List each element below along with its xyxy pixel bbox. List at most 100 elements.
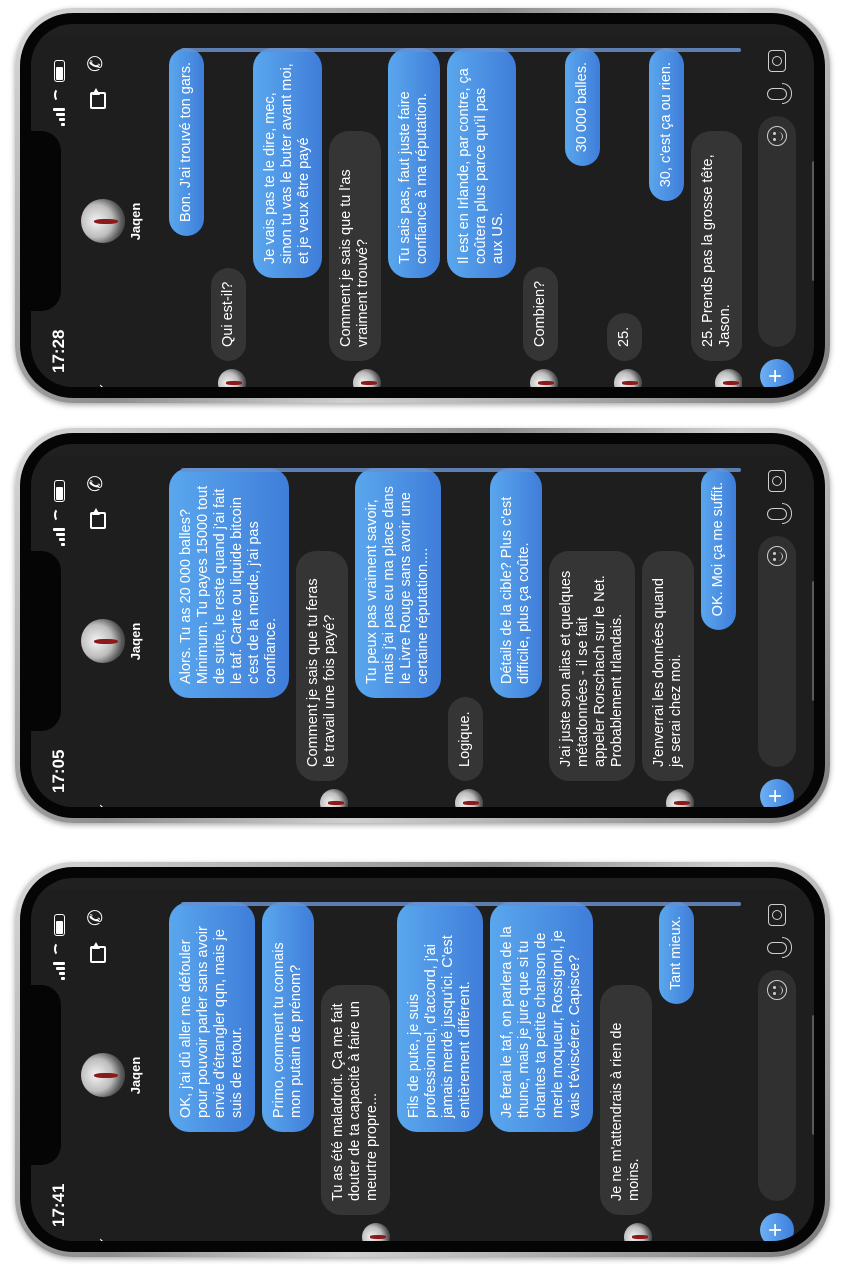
- message-composer: +: [742, 456, 814, 807]
- smile-icon[interactable]: [767, 546, 787, 566]
- phone-call-icon[interactable]: ✆: [85, 50, 107, 72]
- outgoing-message[interactable]: 30 000 balles.: [565, 48, 600, 387]
- message-bubble: J'enverrai les données quand je serai ch…: [642, 551, 694, 781]
- message-bubble: Tu as été maladroit. Ça me fait douter d…: [321, 985, 390, 1215]
- phone-frame-2: 17:05 ↓ Jaqen ✆ Alors. Tu as 20 000 ball…: [15, 428, 830, 823]
- message-bubble: Tu peux pas vraiment savoir, mais j'ai p…: [355, 468, 441, 698]
- sender-avatar: [218, 369, 246, 387]
- contact-info[interactable]: Jaqen: [79, 1053, 143, 1098]
- message-bubble: Alors. Tu as 20 000 balles? Minimum. Tu …: [169, 468, 289, 698]
- incoming-message[interactable]: J'ai juste son alias et quelques métadon…: [549, 468, 635, 807]
- home-indicator: [812, 1015, 814, 1136]
- plus-icon[interactable]: +: [760, 779, 794, 807]
- phone-call-icon[interactable]: ✆: [85, 904, 107, 926]
- outgoing-message[interactable]: OK, j'ai dû aller me défouler pour pouvo…: [169, 902, 255, 1241]
- outgoing-message[interactable]: Tu sais pas, faut juste faire confiance …: [388, 48, 440, 387]
- sender-avatar: [320, 789, 348, 807]
- battery-icon: [53, 60, 65, 82]
- scroll-indicator[interactable]: [181, 902, 741, 906]
- message-bubble: Logique.: [448, 697, 483, 781]
- incoming-message[interactable]: Combien?: [523, 48, 558, 387]
- incoming-message[interactable]: 25.: [607, 48, 642, 387]
- outgoing-message[interactable]: Tant mieux.: [659, 902, 694, 1241]
- call-actions: ✆: [79, 904, 107, 974]
- outgoing-message[interactable]: Alors. Tu as 20 000 balles? Minimum. Tu …: [169, 468, 289, 807]
- sender-avatar: [666, 789, 694, 807]
- smile-icon[interactable]: [767, 126, 787, 146]
- message-list: Bon. J'ai trouvé ton gars. Qui est-il? Je …: [169, 36, 742, 387]
- wifi-icon: [54, 88, 64, 102]
- outgoing-message[interactable]: Détails de la cible? Plus c'est difficil…: [490, 468, 542, 807]
- message-input[interactable]: [758, 116, 796, 347]
- back-arrow-icon[interactable]: ↓: [79, 743, 109, 807]
- outgoing-message[interactable]: Je vais pas te le dire, mec, sinon tu va…: [253, 48, 322, 387]
- scroll-indicator[interactable]: [181, 48, 741, 52]
- system-icons: [53, 914, 65, 980]
- microphone-icon[interactable]: [767, 88, 787, 100]
- status-time: 17:41: [49, 1183, 68, 1227]
- video-call-icon[interactable]: [85, 88, 107, 110]
- phone-call-icon[interactable]: ✆: [85, 470, 107, 492]
- outgoing-message[interactable]: OK. Moi ça me suffit.: [701, 468, 736, 807]
- message-bubble: Comment je sais que tu l'as vraiment tro…: [329, 131, 381, 361]
- contact-name: Jaqen: [128, 1056, 143, 1095]
- video-call-icon[interactable]: [85, 942, 107, 964]
- incoming-message[interactable]: Comment je sais que tu feras le travail …: [296, 468, 348, 807]
- plus-icon[interactable]: +: [760, 359, 794, 387]
- battery-icon: [53, 480, 65, 502]
- outgoing-message[interactable]: Tu peux pas vraiment savoir, mais j'ai p…: [355, 468, 441, 807]
- outgoing-message[interactable]: Je ferai le taf, on parlera de la thune,…: [490, 902, 593, 1241]
- message-bubble: Combien?: [523, 266, 558, 361]
- microphone-icon[interactable]: [767, 942, 787, 954]
- message-bubble: Je vais pas te le dire, mec, sinon tu va…: [253, 48, 322, 278]
- message-bubble: 30 000 balles.: [565, 48, 600, 167]
- incoming-message[interactable]: Qui est-il?: [211, 48, 246, 387]
- message-list: Alors. Tu as 20 000 balles? Minimum. Tu …: [169, 456, 742, 807]
- camera-icon[interactable]: [768, 904, 786, 926]
- outgoing-message[interactable]: Bon. J'ai trouvé ton gars.: [169, 48, 204, 387]
- message-composer: +: [742, 36, 814, 387]
- system-icons: [53, 60, 65, 126]
- back-arrow-icon[interactable]: ↓: [79, 1177, 109, 1241]
- chat-header: ↓ Jaqen ✆: [75, 456, 167, 807]
- screen-clip: 17:05 ↓ Jaqen ✆ Alors. Tu as 20 000 ball…: [31, 444, 814, 807]
- outgoing-message[interactable]: Fils de pute, je suis professionnel, d'a…: [397, 902, 483, 1241]
- sender-avatar: [614, 369, 642, 387]
- contact-info[interactable]: Jaqen: [79, 199, 143, 244]
- message-bubble: OK. Moi ça me suffit.: [701, 468, 736, 631]
- signal-icon: [53, 962, 65, 980]
- plus-icon[interactable]: +: [760, 1213, 794, 1241]
- incoming-message[interactable]: Je ne m'attendrais à rien de moins.: [600, 902, 652, 1241]
- video-call-icon[interactable]: [85, 508, 107, 530]
- outgoing-message[interactable]: Primo, comment tu connais mon putain de …: [262, 902, 314, 1241]
- call-actions: ✆: [79, 470, 107, 540]
- smile-icon[interactable]: [767, 980, 787, 1000]
- camera-icon[interactable]: [768, 50, 786, 72]
- back-arrow-icon[interactable]: ↓: [79, 323, 109, 387]
- phone-bezel: 17:41 ↓ Jaqen ✆ OK, j'ai dû aller me déf…: [20, 867, 825, 1252]
- message-bubble: Qui est-il?: [211, 267, 246, 361]
- outgoing-message[interactable]: 30, c'est ça ou rien.: [649, 48, 684, 387]
- sender-avatar: [715, 369, 742, 387]
- wifi-icon: [54, 508, 64, 522]
- microphone-icon[interactable]: [767, 508, 787, 520]
- incoming-message[interactable]: 25. Prends pas la grosse tête, Jason.: [691, 48, 742, 387]
- contact-info[interactable]: Jaqen: [79, 619, 143, 664]
- home-indicator: [812, 161, 814, 282]
- scroll-indicator[interactable]: [181, 468, 741, 472]
- camera-icon[interactable]: [768, 470, 786, 492]
- status-time: 17:28: [49, 329, 68, 373]
- incoming-message[interactable]: J'enverrai les données quand je serai ch…: [642, 468, 694, 807]
- incoming-message[interactable]: Comment je sais que tu l'as vraiment tro…: [329, 48, 381, 387]
- outgoing-message[interactable]: Il est en Irlande, par contre, ça coûter…: [447, 48, 516, 387]
- message-input[interactable]: [758, 970, 796, 1201]
- incoming-message[interactable]: Tu as été maladroit. Ça me fait douter d…: [321, 902, 390, 1241]
- signal-icon: [53, 108, 65, 126]
- message-list: OK, j'ai dû aller me défouler pour pouvo…: [169, 890, 742, 1241]
- message-input[interactable]: [758, 536, 796, 767]
- message-composer: +: [742, 890, 814, 1241]
- incoming-message[interactable]: Logique.: [448, 468, 483, 807]
- message-bubble: Détails de la cible? Plus c'est difficil…: [490, 468, 542, 698]
- message-bubble: Je ferai le taf, on parlera de la thune,…: [490, 902, 593, 1132]
- screen-clip: 17:28 ↓ Jaqen ✆ Bon. J'ai trouvé ton gar…: [31, 24, 814, 387]
